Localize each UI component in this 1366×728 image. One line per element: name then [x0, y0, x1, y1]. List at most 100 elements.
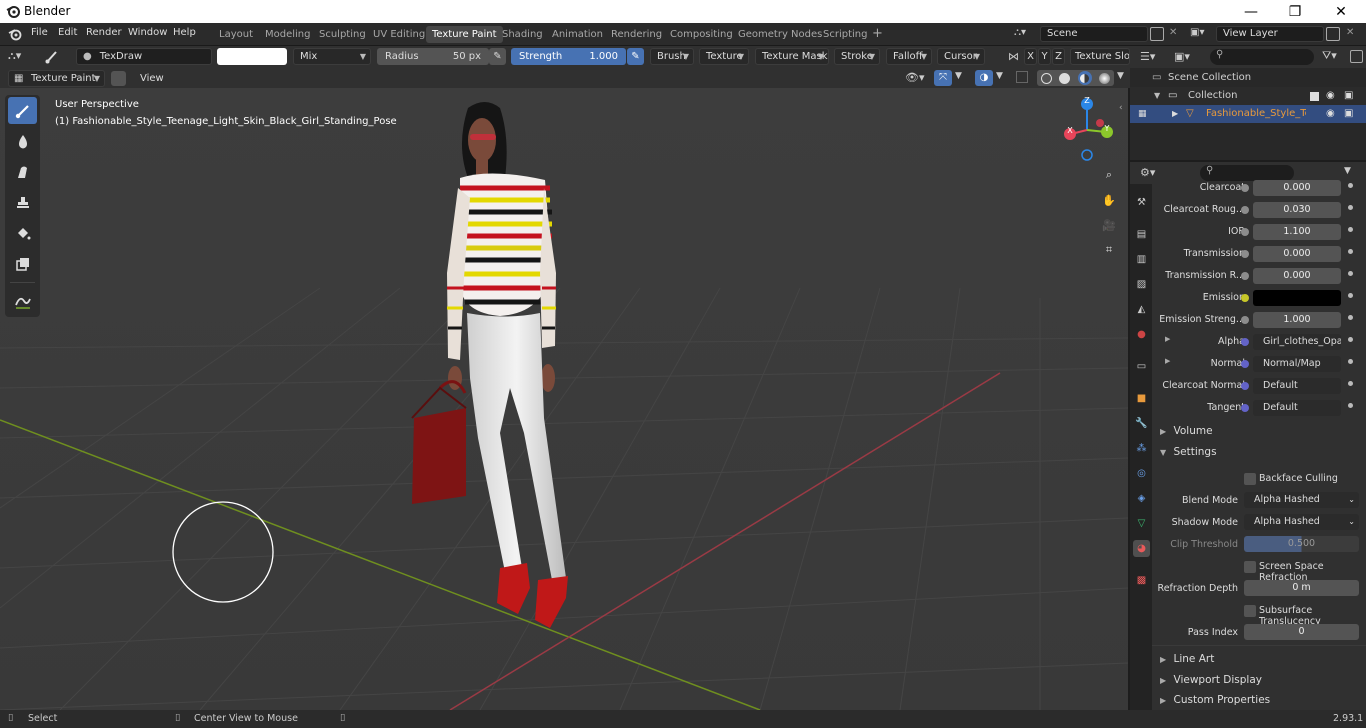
tab-rendering[interactable]: Rendering: [605, 26, 668, 43]
visibility-icon[interactable]: 👁▾: [905, 71, 925, 84]
tab-geometry-nodes[interactable]: Geometry Nodes: [732, 26, 828, 43]
line-art-panel[interactable]: ▶ Line Art: [1160, 653, 1214, 665]
property-value[interactable]: Default: [1253, 378, 1341, 394]
strength-pressure-icon[interactable]: ✎: [627, 48, 644, 65]
socket-icon[interactable]: [1241, 294, 1249, 302]
view-layer-tab-icon[interactable]: ▨: [1133, 276, 1150, 293]
brush-name-field[interactable]: ● TexDraw: [76, 48, 212, 65]
socket-icon[interactable]: [1241, 382, 1249, 390]
keyframe-dot-icon[interactable]: [1348, 403, 1353, 408]
texture-mask-menu[interactable]: Texture Mask ▼: [755, 48, 829, 65]
blend-dropdown[interactable]: Mix ▼: [293, 48, 371, 65]
fill-tool-icon[interactable]: [8, 219, 37, 246]
smear-tool-icon[interactable]: [8, 158, 37, 185]
render-tab-icon[interactable]: ▤: [1133, 226, 1150, 243]
outliner-scene-collection[interactable]: ▭ Scene Collection: [1130, 69, 1366, 87]
property-value[interactable]: 0.000: [1253, 268, 1341, 284]
shadow-mode-dropdown[interactable]: Alpha Hashed ⌄: [1244, 514, 1359, 530]
tab-modeling[interactable]: Modeling: [259, 26, 317, 43]
socket-icon[interactable]: [1241, 338, 1249, 346]
keyframe-dot-icon[interactable]: [1348, 205, 1353, 210]
display-mode-icon[interactable]: ▣▾: [1174, 50, 1190, 63]
collapse-arrow-icon[interactable]: ▼: [1154, 87, 1160, 105]
keyframe-dot-icon[interactable]: [1348, 293, 1353, 298]
view-menu[interactable]: View: [133, 70, 165, 87]
property-value[interactable]: 1.100: [1253, 224, 1341, 240]
cursor-menu[interactable]: Cursor ▼: [937, 48, 985, 65]
annotate-tool-icon[interactable]: [8, 287, 37, 314]
material-preview-shading-icon[interactable]: [1077, 71, 1092, 85]
overlays-toggle-icon[interactable]: ◑: [975, 70, 993, 86]
brush-menu[interactable]: Brush ▼: [650, 48, 694, 65]
tab-animation[interactable]: Animation: [546, 26, 609, 43]
mode-dropdown[interactable]: ▦ Texture Paint ▼: [8, 70, 105, 87]
property-value[interactable]: 1.000: [1253, 312, 1341, 328]
chevron-down-icon[interactable]: ▼: [955, 71, 962, 81]
physics-tab-icon[interactable]: ◎: [1133, 465, 1150, 482]
outliner-collection[interactable]: ▼ ▭ Collection ◉ ▣: [1130, 87, 1366, 105]
tab-scripting[interactable]: Scripting: [817, 26, 873, 43]
outliner-object[interactable]: ▦ ▶ ▽ Fashionable_Style_Teena ◉ ▣: [1130, 105, 1366, 123]
particles-tab-icon[interactable]: ⁂: [1133, 440, 1150, 457]
modifier-tab-icon[interactable]: 🔧: [1133, 415, 1150, 432]
pan-hand-icon[interactable]: ✋: [1099, 190, 1119, 210]
menu-file[interactable]: File: [31, 27, 48, 38]
delete-view-layer-icon[interactable]: ✕: [1346, 27, 1354, 38]
material-tab-icon[interactable]: ◕: [1133, 540, 1150, 557]
properties-editor-type-icon[interactable]: ⚙▾: [1140, 166, 1155, 179]
menu-edit[interactable]: Edit: [58, 27, 77, 38]
wireframe-shading-icon[interactable]: [1040, 72, 1052, 84]
pass-index-field[interactable]: 0: [1244, 624, 1359, 640]
menu-render[interactable]: Render: [86, 27, 122, 38]
maximize-button[interactable]: ❐: [1272, 0, 1318, 23]
volume-panel[interactable]: ▶ Volume: [1160, 425, 1213, 437]
scene-browse-icon[interactable]: ⛬▾: [1014, 27, 1036, 42]
socket-icon[interactable]: [1241, 316, 1249, 324]
tool-tab-icon[interactable]: ⚒: [1133, 194, 1150, 211]
texture-menu[interactable]: Texture ▼: [699, 48, 749, 65]
property-value[interactable]: Default: [1253, 400, 1341, 416]
eye-icon[interactable]: ◉: [1326, 105, 1335, 123]
keyframe-dot-icon[interactable]: [1348, 359, 1353, 364]
constraints-tab-icon[interactable]: ◈: [1133, 490, 1150, 507]
zoom-icon[interactable]: ⌕: [1099, 165, 1119, 185]
editor-type-icon[interactable]: ⛬▾: [8, 49, 21, 63]
new-scene-icon[interactable]: [1150, 27, 1164, 41]
keyframe-dot-icon[interactable]: [1348, 271, 1353, 276]
render-camera-icon[interactable]: ▣: [1344, 105, 1353, 123]
menu-window[interactable]: Window: [128, 27, 167, 38]
custom-properties-panel[interactable]: ▶ Custom Properties: [1160, 694, 1270, 706]
close-button[interactable]: ✕: [1318, 0, 1364, 23]
property-value[interactable]: 0.000: [1253, 180, 1341, 196]
tab-shading[interactable]: Shading: [496, 26, 549, 43]
socket-icon[interactable]: [1241, 206, 1249, 214]
rendered-shading-icon[interactable]: [1099, 72, 1111, 84]
minimize-button[interactable]: —: [1228, 0, 1274, 23]
soften-tool-icon[interactable]: [8, 128, 37, 155]
strength-slider[interactable]: Strength 1.000: [511, 48, 626, 65]
mirror-y-toggle[interactable]: Y: [1038, 48, 1051, 65]
brush-icon[interactable]: [44, 49, 60, 65]
perspective-grid-icon[interactable]: ⌗: [1099, 240, 1119, 260]
tab-texture-paint[interactable]: Texture Paint: [426, 26, 503, 43]
texture-slots-menu[interactable]: Texture Slots: [1070, 48, 1130, 65]
property-value[interactable]: 0.030: [1253, 202, 1341, 218]
outliner-editor-type-icon[interactable]: ☰▾: [1140, 50, 1155, 63]
falloff-menu[interactable]: Falloff ▼: [886, 48, 932, 65]
mask-tool-icon[interactable]: [8, 250, 37, 277]
3d-viewport[interactable]: X Y Z User Perspective (1) Fashionable_S…: [0, 88, 1128, 710]
add-workspace-button[interactable]: +: [866, 25, 889, 42]
clip-threshold-slider[interactable]: 0.500: [1244, 536, 1359, 552]
socket-icon[interactable]: [1241, 272, 1249, 280]
tab-uv-editing[interactable]: UV Editing: [367, 26, 431, 43]
socket-icon[interactable]: [1241, 184, 1249, 192]
tab-sculpting[interactable]: Sculpting: [313, 26, 372, 43]
keyframe-dot-icon[interactable]: [1348, 227, 1353, 232]
output-tab-icon[interactable]: ▥: [1133, 251, 1150, 268]
keyframe-dot-icon[interactable]: [1348, 381, 1353, 386]
clone-tool-icon[interactable]: [8, 188, 37, 215]
texture-mask-toggle-icon[interactable]: [111, 71, 126, 86]
properties-search-input[interactable]: ⚲: [1200, 165, 1294, 181]
solid-shading-icon[interactable]: [1059, 72, 1071, 84]
scene-field[interactable]: Scene: [1040, 26, 1148, 42]
